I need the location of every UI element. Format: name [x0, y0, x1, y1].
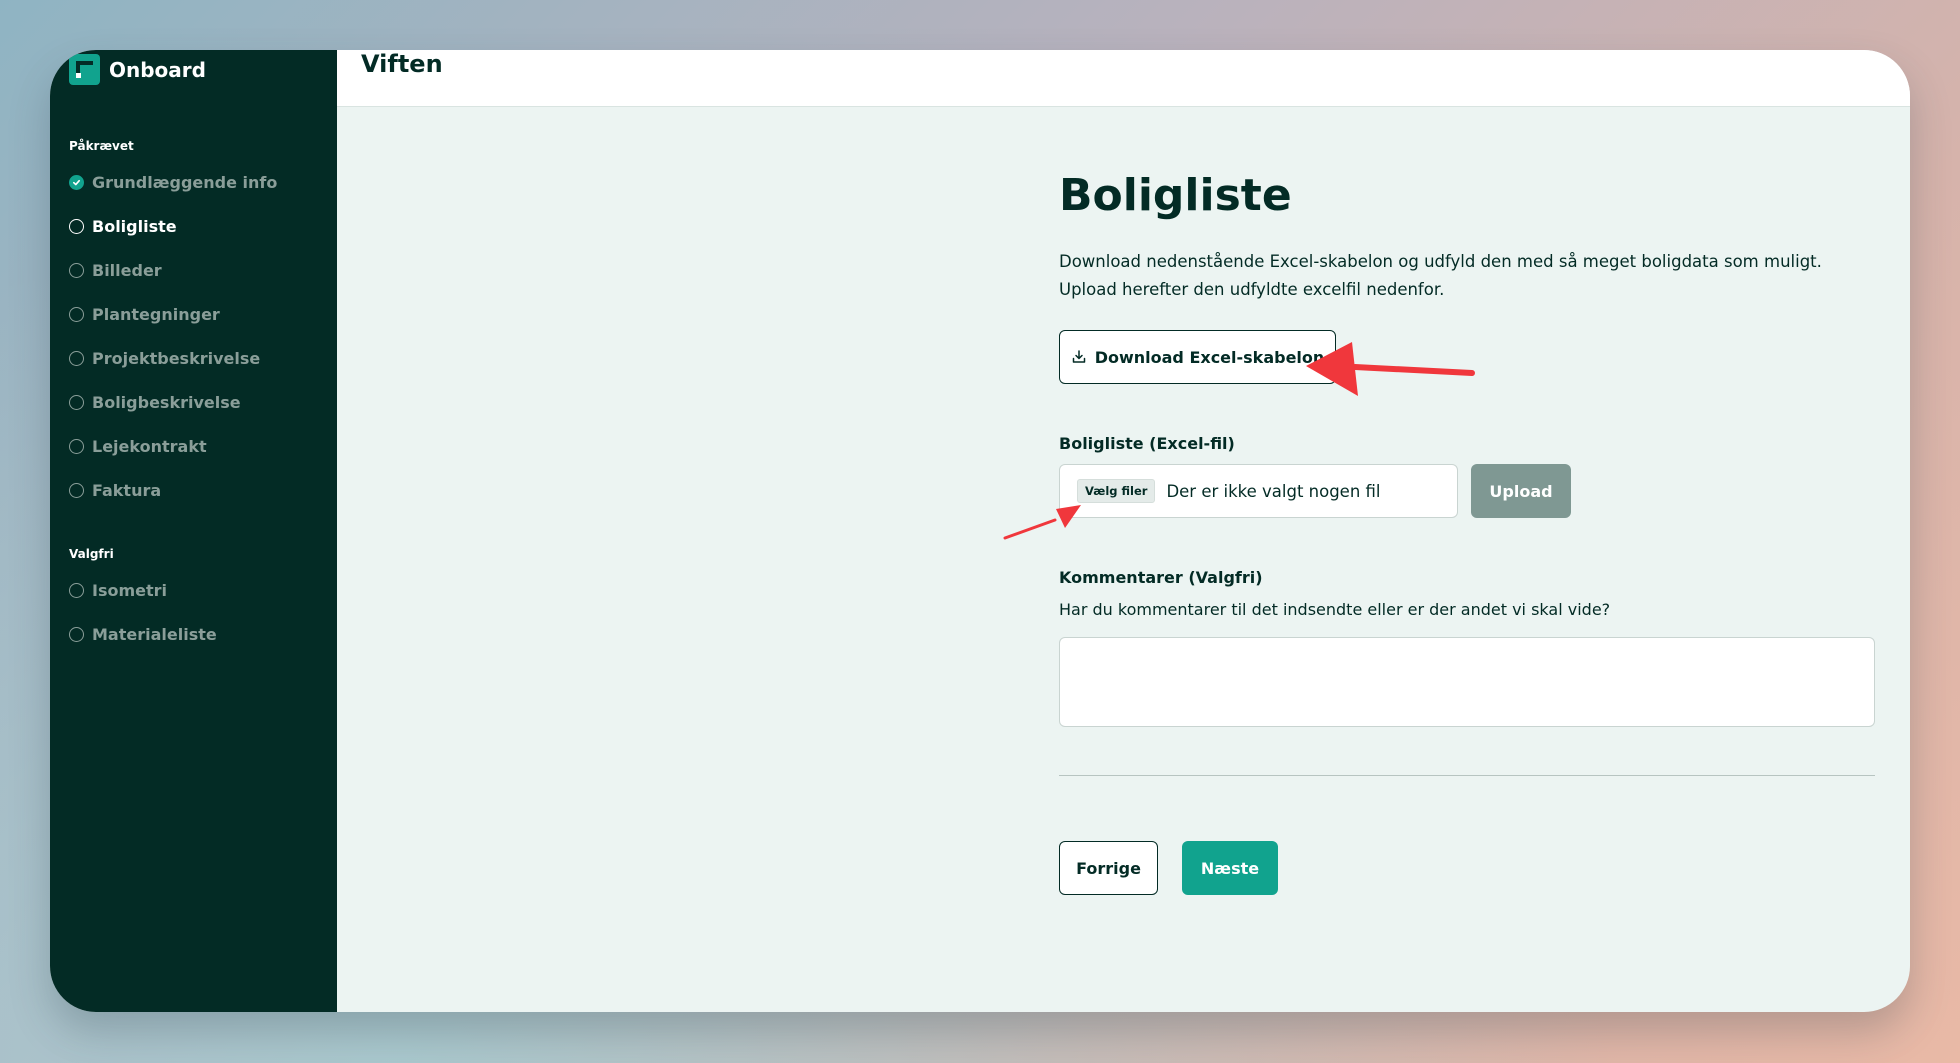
intro-text: Download nedenstående Excel-skabelon og …	[1059, 252, 1822, 299]
brand: Onboard	[69, 54, 206, 85]
sidebar: Onboard Påkrævet Grundlæggende info Boli…	[50, 50, 337, 1012]
sidebar-item-plantegninger[interactable]: Plantegninger	[69, 305, 220, 324]
circle-icon	[69, 263, 84, 278]
download-template-button[interactable]: Download Excel-skabelon	[1059, 330, 1336, 384]
file-input[interactable]: Vælg filer Der er ikke valgt nogen fil	[1059, 464, 1458, 518]
sidebar-item-label: Materialeliste	[92, 625, 217, 644]
page-title: Boligliste	[1059, 170, 1292, 221]
circle-icon	[69, 395, 84, 410]
download-template-label: Download Excel-skabelon	[1094, 347, 1325, 367]
comments-textarea[interactable]	[1059, 637, 1875, 727]
upload-button[interactable]: Upload	[1471, 464, 1571, 518]
app-window: Onboard Påkrævet Grundlæggende info Boli…	[50, 50, 1910, 1012]
sidebar-item-boligbeskrivelse[interactable]: Boligbeskrivelse	[69, 393, 241, 412]
topbar: Viften	[337, 50, 1910, 107]
file-field-label: Boligliste (Excel-fil)	[1059, 434, 1235, 453]
sidebar-item-lejekontrakt[interactable]: Lejekontrakt	[69, 437, 207, 456]
sidebar-item-materialeliste[interactable]: Materialeliste	[69, 625, 217, 644]
sidebar-item-billeder[interactable]: Billeder	[69, 261, 162, 280]
sidebar-item-isometri[interactable]: Isometri	[69, 581, 167, 600]
sidebar-item-faktura[interactable]: Faktura	[69, 481, 161, 500]
sidebar-item-boligliste[interactable]: Boligliste	[69, 217, 177, 236]
check-circle-icon	[69, 175, 84, 190]
brand-name: Onboard	[109, 57, 206, 82]
next-button[interactable]: Næste	[1182, 841, 1278, 895]
sidebar-item-label: Boligbeskrivelse	[92, 393, 241, 412]
comments-help-text: Har du kommentarer til det indsendte ell…	[1059, 600, 1611, 619]
sidebar-item-label: Lejekontrakt	[92, 437, 207, 456]
required-section-label: Påkrævet	[69, 139, 134, 153]
project-title: Viften	[361, 50, 443, 78]
circle-icon	[69, 351, 84, 366]
sidebar-item-projektbeskrivelse[interactable]: Projektbeskrivelse	[69, 349, 260, 368]
sidebar-item-label: Grundlæggende info	[92, 173, 278, 192]
sidebar-item-label: Projektbeskrivelse	[92, 349, 261, 368]
circle-icon	[69, 219, 84, 234]
previous-button[interactable]: Forrige	[1059, 841, 1158, 895]
circle-icon	[69, 307, 84, 322]
circle-icon	[69, 627, 84, 642]
sidebar-item-label: Faktura	[92, 481, 162, 500]
divider	[1059, 775, 1875, 776]
sidebar-item-label: Boligliste	[92, 217, 177, 236]
circle-icon	[69, 583, 84, 598]
optional-section-label: Valgfri	[69, 547, 114, 561]
circle-icon	[69, 483, 84, 498]
onboard-logo-icon	[69, 54, 100, 85]
download-icon	[1071, 349, 1087, 365]
sidebar-item-label: Plantegninger	[92, 305, 220, 324]
file-status-text: Der er ikke valgt nogen fil	[1166, 481, 1381, 501]
sidebar-item-grundlaeggende-info[interactable]: Grundlæggende info	[69, 173, 277, 192]
sidebar-item-label: Isometri	[92, 581, 168, 600]
sidebar-item-label: Billeder	[92, 261, 162, 280]
circle-icon	[69, 439, 84, 454]
comments-label: Kommentarer (Valgfri)	[1059, 568, 1263, 587]
choose-files-button[interactable]: Vælg filer	[1077, 479, 1156, 503]
